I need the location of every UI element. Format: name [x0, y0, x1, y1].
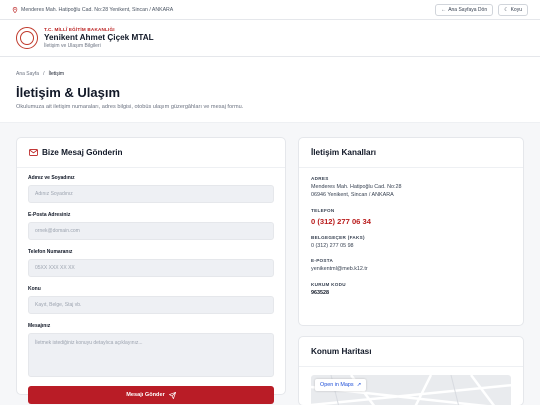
external-link-icon: ↗ [356, 382, 362, 388]
address-line1: Menderes Mah. Hatipoğlu Cad. No:28 [311, 184, 402, 190]
email-link[interactable]: yenikentml@meb.k12.tr [311, 266, 511, 274]
phone-title: TELEFON [311, 207, 335, 213]
email-title: E-POSTA [311, 258, 334, 264]
phone-label: Telefon Numaranız [28, 249, 73, 255]
page-description: Okulumuza ait iletişim numaraları, adres… [16, 104, 244, 110]
top-address-text: Menderes Mah. Hatipoğlu Cad. No:28 Yenik… [21, 6, 174, 13]
open-in-maps-label: Open in Maps [320, 382, 354, 388]
address-label: ADRES [311, 176, 329, 181]
breadcrumb-current: İletişim [48, 71, 65, 77]
home-button[interactable]: ← Ana Sayfaya Dön [435, 3, 494, 16]
phone-input[interactable]: 05XX XXX XX XX [28, 259, 274, 277]
email-input[interactable]: ornek@domain.com [28, 222, 274, 240]
fax-label: BELGEGEÇER (FAKS) [311, 234, 365, 240]
code-value: 963528 [311, 290, 329, 297]
name-input[interactable]: Adınız Soyadınız [28, 185, 274, 203]
page-hero: Ana Sayfa / İletişim İletişim & Ulaşım O… [0, 57, 540, 123]
top-bar: Menderes Mah. Hatipoğlu Cad. No:28 Yenik… [0, 0, 540, 20]
top-address: Menderes Mah. Hatipoğlu Cad. No:28 Yenik… [12, 6, 174, 13]
map-header: Konum Haritası [299, 337, 523, 367]
submit-button-label: Mesajı Gönder [126, 392, 165, 398]
message-textarea[interactable]: İletmek istediğiniz konuyu detaylıca açı… [28, 333, 274, 377]
send-icon [168, 391, 176, 399]
open-in-maps-button[interactable]: Open in Maps ↗ [315, 379, 367, 391]
ministry-name: T.C. MİLLÎ EĞİTİM BAKANLIĞI [44, 27, 115, 32]
moon-icon: ☾ [504, 6, 509, 13]
contact-channels-card: İletişim Kanalları ADRES Menderes Mah. H… [298, 137, 524, 326]
code-label: KURUM KODU [311, 282, 346, 288]
form-header: Bize Mesaj Gönderin [17, 138, 285, 168]
name-label: Adınız ve Soyadınız [28, 175, 75, 181]
subject-label: Konu [28, 286, 41, 292]
ministry-logo-icon[interactable] [16, 27, 38, 49]
school-name[interactable]: Yenikent Ahmet Çiçek MTAL [44, 33, 154, 42]
location-pin-icon [12, 6, 18, 13]
page-title: İletişim & Ulaşım [16, 85, 121, 100]
breadcrumb-home[interactable]: Ana Sayfa [16, 71, 39, 77]
channels-title: İletişim Kanalları [311, 148, 377, 157]
subject-input[interactable]: Kayıt, Belge, Staj vb. [28, 296, 274, 314]
breadcrumb: Ana Sayfa / İletişim [16, 71, 524, 77]
home-button-label: Ana Sayfaya Dön [448, 6, 488, 13]
form-title: Bize Mesaj Gönderin [42, 148, 123, 157]
map-title: Konum Haritası [311, 347, 372, 356]
theme-toggle-button[interactable]: ☾ Koyu [498, 3, 528, 16]
channels-header: İletişim Kanalları [299, 138, 523, 168]
map-card: Konum Haritası Open in Maps ↗ [298, 336, 524, 405]
address-line2: 06946 Yenikent, Sincan / ANKARA [311, 191, 394, 198]
address-value: Menderes Mah. Hatipoğlu Cad. No:28 06946… [311, 184, 511, 200]
phone-link[interactable]: 0 (312) 277 06 34 [311, 216, 511, 227]
site-header: T.C. MİLLÎ EĞİTİM BAKANLIĞI Yenikent Ahm… [0, 20, 540, 57]
message-label: Mesajınız [28, 323, 51, 329]
message-form-card: Bize Mesaj Gönderin Adınız ve Soyadınız … [16, 137, 286, 404]
map-embed[interactable]: Open in Maps ↗ [311, 375, 511, 405]
submit-button[interactable]: Mesajı Gönder [28, 386, 274, 404]
fax-value: 0 (312) 277 05 98 [311, 242, 354, 249]
theme-toggle-label: Koyu [510, 6, 522, 13]
email-label: E-Posta Adresiniz [28, 212, 71, 218]
breadcrumb-separator: / [43, 71, 45, 77]
arrow-left-icon: ← [441, 6, 447, 13]
header-subtitle: İletişim ve Ulaşım Bilgileri [44, 43, 101, 49]
mail-icon [29, 149, 38, 156]
